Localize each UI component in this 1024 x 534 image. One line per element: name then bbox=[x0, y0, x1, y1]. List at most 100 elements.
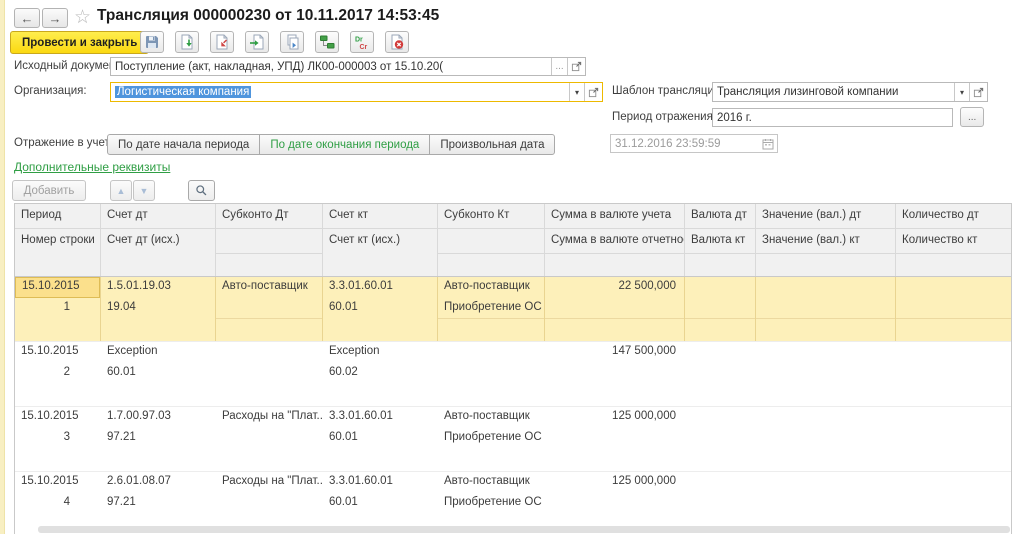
cell-currency-kt[interactable] bbox=[685, 363, 755, 384]
cell-sub-dt-1[interactable] bbox=[216, 342, 322, 363]
cell-acct-kt-src[interactable]: 60.01 bbox=[323, 428, 437, 449]
cell-sum-accounting[interactable]: 22 500,000 bbox=[545, 277, 684, 298]
cell-empty[interactable] bbox=[545, 319, 684, 341]
organization-dropdown-button[interactable]: ▾ bbox=[569, 83, 584, 101]
col-header-sub-kt[interactable]: Субконто Кт bbox=[438, 204, 544, 229]
reflect-option-start-date[interactable]: По дате начала периода bbox=[107, 134, 260, 155]
col-header-qty-dt[interactable]: Количество дт bbox=[896, 204, 1011, 229]
cell-sub-dt-2[interactable] bbox=[216, 428, 322, 449]
cell-empty[interactable] bbox=[323, 319, 437, 341]
cell-acct-dt-src[interactable]: 97.21 bbox=[101, 493, 215, 514]
move-up-button[interactable]: ▲ bbox=[110, 180, 132, 201]
cell-sub-kt-2[interactable]: Приобретение ОС bbox=[438, 493, 544, 514]
cell-row-num[interactable]: 4 bbox=[15, 493, 100, 514]
col-header-acct-dt[interactable]: Счет дт bbox=[101, 204, 215, 229]
cell-value-kt[interactable] bbox=[756, 363, 895, 384]
cell-empty[interactable] bbox=[101, 384, 215, 406]
cell-empty[interactable] bbox=[896, 319, 1011, 341]
cell-empty[interactable] bbox=[15, 319, 100, 341]
cell-empty[interactable] bbox=[685, 384, 755, 406]
cell-acct-kt-src[interactable]: 60.01 bbox=[323, 298, 437, 319]
cell-sum-reporting[interactable] bbox=[545, 428, 684, 449]
cell-currency-kt[interactable] bbox=[685, 298, 755, 319]
cell-acct-kt[interactable]: 3.3.01.60.01 bbox=[323, 407, 437, 428]
calendar-button[interactable] bbox=[759, 135, 777, 152]
cell-empty[interactable] bbox=[685, 449, 755, 471]
copy-document-button[interactable] bbox=[280, 31, 304, 53]
cell-sub-dt-2[interactable] bbox=[216, 363, 322, 384]
cell-qty-dt[interactable] bbox=[896, 472, 1011, 493]
col-header-cur-kt[interactable]: Валюта кт bbox=[685, 229, 755, 254]
table-row[interactable]: 15.10.2015 4 2.6.01.08.07 97.21 Расходы … bbox=[15, 472, 1011, 534]
col-header-sub-dt-2[interactable] bbox=[216, 229, 322, 254]
cell-empty[interactable] bbox=[101, 319, 215, 341]
cell-acct-dt[interactable]: Exception bbox=[101, 342, 215, 363]
organization-open-button[interactable] bbox=[584, 83, 602, 101]
unpost-button[interactable] bbox=[210, 31, 234, 53]
cell-qty-kt[interactable] bbox=[896, 298, 1011, 319]
cell-sub-kt-2[interactable]: Приобретение ОС bbox=[438, 428, 544, 449]
source-doc-field[interactable]: Поступление (акт, накладная, УПД) ЛК00-0… bbox=[110, 57, 586, 76]
cell-period[interactable]: 15.10.2015 bbox=[15, 472, 100, 493]
favorite-star-icon[interactable]: ☆ bbox=[74, 8, 91, 27]
template-open-button[interactable] bbox=[969, 83, 987, 101]
cell-row-num[interactable]: 1 bbox=[15, 298, 100, 319]
cell-sum-accounting[interactable]: 125 000,000 bbox=[545, 407, 684, 428]
cell-sub-kt-1[interactable]: Авто-поставщик bbox=[438, 277, 544, 298]
cell-empty[interactable] bbox=[896, 449, 1011, 471]
cell-empty[interactable] bbox=[756, 384, 895, 406]
cell-sum-reporting[interactable] bbox=[545, 363, 684, 384]
cell-empty[interactable] bbox=[323, 449, 437, 471]
cell-sub-kt-1[interactable]: Авто-поставщик bbox=[438, 472, 544, 493]
cell-empty[interactable] bbox=[323, 384, 437, 406]
col-header-row-num[interactable]: Номер строки bbox=[15, 229, 100, 254]
cell-acct-dt[interactable]: 1.5.01.19.03 bbox=[101, 277, 215, 298]
cell-sub-dt-2[interactable] bbox=[216, 493, 322, 514]
cell-acct-dt[interactable]: 2.6.01.08.07 bbox=[101, 472, 215, 493]
cell-acct-kt[interactable]: Exception bbox=[323, 342, 437, 363]
cell-period[interactable]: 15.10.2015 bbox=[15, 277, 100, 298]
organization-field[interactable]: Логистическая компания ▾ bbox=[110, 82, 603, 102]
cancel-posting-button[interactable] bbox=[385, 31, 409, 53]
cell-empty[interactable] bbox=[438, 384, 544, 406]
cell-empty[interactable] bbox=[756, 449, 895, 471]
forward-button[interactable]: → bbox=[42, 8, 68, 28]
cell-acct-kt[interactable]: 3.3.01.60.01 bbox=[323, 472, 437, 493]
col-header-sub-dt[interactable]: Субконто Дт bbox=[216, 204, 322, 229]
source-doc-more-button[interactable]: ... bbox=[551, 58, 567, 75]
cell-empty[interactable] bbox=[216, 319, 322, 341]
col-header-val-kt[interactable]: Значение (вал.) кт bbox=[756, 229, 895, 254]
cell-empty[interactable] bbox=[101, 449, 215, 471]
cell-qty-kt[interactable] bbox=[896, 428, 1011, 449]
cell-currency-dt[interactable] bbox=[685, 472, 755, 493]
cell-qty-kt[interactable] bbox=[896, 493, 1011, 514]
cell-sum-accounting[interactable]: 147 500,000 bbox=[545, 342, 684, 363]
template-dropdown-button[interactable]: ▾ bbox=[954, 83, 969, 101]
cell-qty-dt[interactable] bbox=[896, 407, 1011, 428]
cell-period[interactable]: 15.10.2015 bbox=[15, 342, 100, 363]
cell-value-kt[interactable] bbox=[756, 493, 895, 514]
cell-sub-kt-1[interactable] bbox=[438, 342, 544, 363]
col-header-acct-kt-src[interactable]: Счет кт (исх.) bbox=[323, 229, 437, 254]
cell-acct-dt-src[interactable]: 60.01 bbox=[101, 363, 215, 384]
reflection-period-field[interactable]: 2016 г. bbox=[712, 108, 953, 127]
cell-sub-dt-1[interactable]: Авто-поставщик bbox=[216, 277, 322, 298]
source-doc-open-button[interactable] bbox=[567, 58, 585, 75]
cell-qty-kt[interactable] bbox=[896, 363, 1011, 384]
create-based-on-button[interactable] bbox=[245, 31, 269, 53]
cell-sub-kt-2[interactable] bbox=[438, 363, 544, 384]
cell-currency-kt[interactable] bbox=[685, 428, 755, 449]
cell-empty[interactable] bbox=[438, 319, 544, 341]
cell-sum-accounting[interactable]: 125 000,000 bbox=[545, 472, 684, 493]
cell-sub-kt-1[interactable]: Авто-поставщик bbox=[438, 407, 544, 428]
table-row[interactable]: 15.10.2015 2 Exception 60.01 Exception 6… bbox=[15, 342, 1011, 407]
post-and-close-button[interactable]: Провести и закрыть bbox=[10, 31, 149, 54]
cell-sub-kt-2[interactable]: Приобретение ОС bbox=[438, 298, 544, 319]
search-button[interactable] bbox=[188, 180, 215, 201]
col-header-sum1[interactable]: Сумма в валюте учета bbox=[545, 204, 684, 229]
cell-acct-kt-src[interactable]: 60.01 bbox=[323, 493, 437, 514]
cell-empty[interactable] bbox=[545, 384, 684, 406]
cell-sub-dt-1[interactable]: Расходы на "Плат... bbox=[216, 472, 322, 493]
table-row[interactable]: 15.10.2015 3 1.7.00.97.03 97.21 Расходы … bbox=[15, 407, 1011, 472]
post-button[interactable] bbox=[175, 31, 199, 53]
